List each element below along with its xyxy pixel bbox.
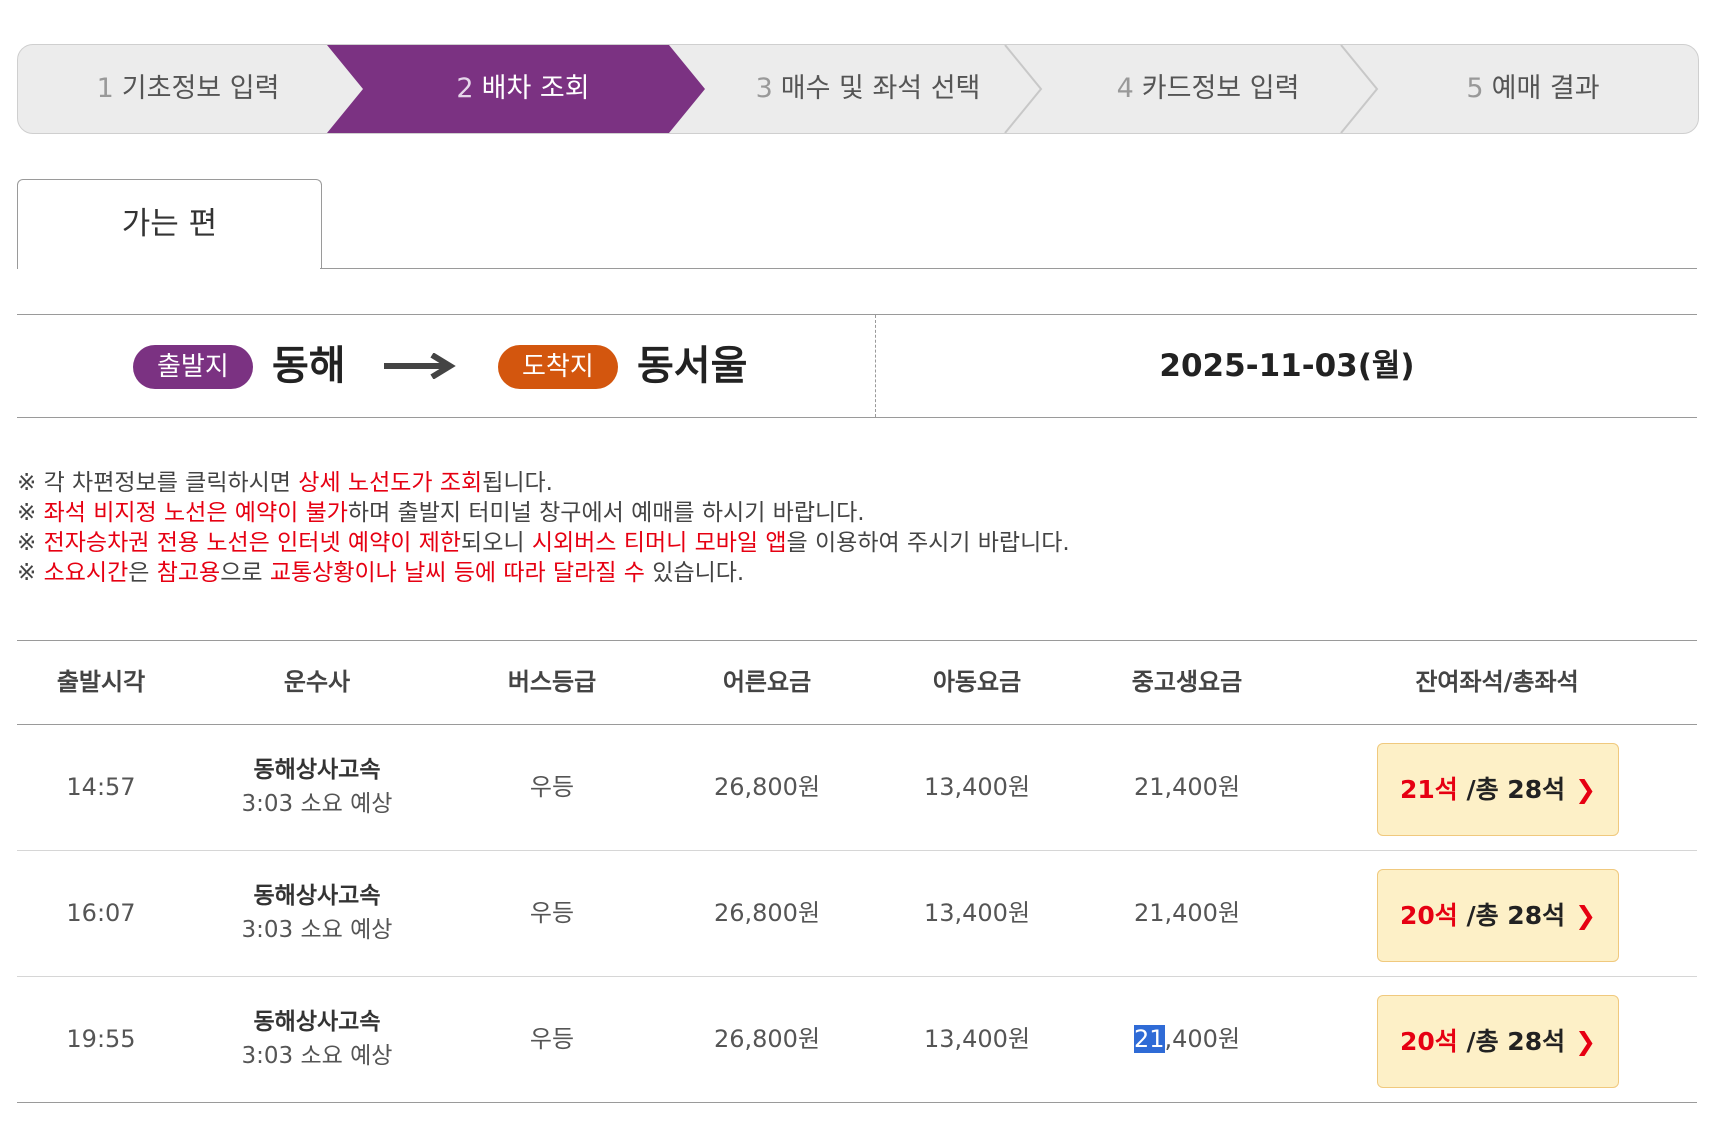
company-cell: 동해상사고속 3:03 소요 예상 <box>207 1005 427 1073</box>
select-seats-button[interactable]: 20석 /총 28석 ❯ <box>1377 869 1619 962</box>
student-fare: 21,400원 <box>1133 899 1241 927</box>
total-seats: /총 28석 <box>1466 901 1566 930</box>
travel-duration: 3:03 소요 예상 <box>241 917 393 943</box>
tab-underline <box>320 268 1697 269</box>
step-number: 5 <box>1466 73 1484 104</box>
step-1: 1 기초정보 입력 <box>18 45 358 133</box>
departure-badge: 출발지 <box>133 345 253 389</box>
chevron-right-icon: ❯ <box>1575 1027 1597 1056</box>
header-adult-fare: 어른요금 <box>722 668 812 696</box>
travel-duration: 3:03 소요 예상 <box>241 791 393 817</box>
step-3: 3 매수 및 좌석 선택 <box>698 45 1038 133</box>
header-child-fare: 아동요금 <box>932 668 1022 696</box>
chevron-right-icon: ❯ <box>1575 775 1597 804</box>
adult-fare: 26,800원 <box>713 899 821 927</box>
departure-time: 19:55 <box>66 1025 136 1053</box>
bus-grade: 우등 <box>529 1025 575 1053</box>
chevron-right-icon: ❯ <box>1575 901 1597 930</box>
notice-item: ※ 전자승차권 전용 노선은 인터넷 예약이 제한되오니 시외버스 티머니 모바… <box>17 530 1070 556</box>
notice-list: ※ 각 차편정보를 클릭하시면 상세 노선도가 조회됩니다. ※ 좌석 비지정 … <box>17 468 1697 588</box>
header-student-fare: 중고생요금 <box>1131 668 1243 696</box>
step-4: 4 카드정보 입력 <box>1038 45 1378 133</box>
child-fare: 13,400원 <box>923 899 1031 927</box>
remaining-seats: 20석 <box>1399 1027 1458 1056</box>
text-selection: 21 <box>1133 1025 1165 1053</box>
remaining-seats: 20석 <box>1399 901 1458 930</box>
table-row[interactable]: 14:57 동해상사고속 3:03 소요 예상 우등 26,800원 13,40… <box>17 725 1697 851</box>
company-cell: 동해상사고속 3:03 소요 예상 <box>207 753 427 821</box>
student-fare: 21,400원 <box>1133 1025 1241 1053</box>
table-header: 출발시각 운수사 버스등급 어른요금 아동요금 중고생요금 잔여좌석/총좌석 <box>17 640 1697 725</box>
step-label: 매수 및 좌석 선택 <box>780 73 981 104</box>
arrival-badge: 도착지 <box>498 345 618 389</box>
notice-item: ※ 소요시간은 참고용으로 교통상황이나 날씨 등에 따라 달라질 수 있습니다… <box>17 560 745 586</box>
route-divider <box>875 315 876 417</box>
header-seats: 잔여좌석/총좌석 <box>1415 668 1579 696</box>
header-bus-grade: 버스등급 <box>507 668 597 696</box>
schedule-table: 출발시각 운수사 버스등급 어른요금 아동요금 중고생요금 잔여좌석/총좌석 1… <box>17 640 1697 1103</box>
booking-steps: 1 기초정보 입력 2 배차 조회 3 매수 및 좌석 선택 4 카드정보 입력 5 예매… <box>17 44 1699 134</box>
step-5: 5 예매 결과 <box>1368 45 1698 133</box>
departure-city: 동해 <box>272 343 346 389</box>
step-label: 기초정보 입력 <box>121 73 280 104</box>
step-number: 4 <box>1116 73 1134 104</box>
travel-duration: 3:03 소요 예상 <box>241 1043 393 1069</box>
step-number: 1 <box>96 73 114 104</box>
departure-time: 16:07 <box>66 899 136 927</box>
adult-fare: 26,800원 <box>713 773 821 801</box>
total-seats: /총 28석 <box>1466 775 1566 804</box>
departure-date: 2025-11-03(월) <box>1159 348 1415 384</box>
company-name: 동해상사고속 <box>253 1009 381 1035</box>
company-cell: 동해상사고속 3:03 소요 예상 <box>207 879 427 947</box>
header-company: 운수사 <box>283 668 351 696</box>
notice-item: ※ 좌석 비지정 노선은 예약이 불가하며 출발지 터미널 창구에서 예매를 하… <box>17 500 865 526</box>
child-fare: 13,400원 <box>923 773 1031 801</box>
select-seats-button[interactable]: 21석 /총 28석 ❯ <box>1377 743 1619 836</box>
bus-grade: 우등 <box>529 899 575 927</box>
student-fare: 21,400원 <box>1133 773 1241 801</box>
company-name: 동해상사고속 <box>253 883 381 909</box>
tab-outbound[interactable]: 가는 편 <box>17 179 322 269</box>
select-seats-button[interactable]: 20석 /총 28석 ❯ <box>1377 995 1619 1088</box>
step-number: 2 <box>456 73 474 104</box>
notice-item: ※ 각 차편정보를 클릭하시면 상세 노선도가 조회됩니다. <box>17 470 553 496</box>
company-name: 동해상사고속 <box>253 757 381 783</box>
adult-fare: 26,800원 <box>713 1025 821 1053</box>
total-seats: /총 28석 <box>1466 1027 1566 1056</box>
child-fare: 13,400원 <box>923 1025 1031 1053</box>
departure-time: 14:57 <box>66 773 136 801</box>
step-2: 2 배차 조회 <box>358 45 688 133</box>
step-label: 카드정보 입력 <box>1141 73 1300 104</box>
step-number: 3 <box>755 73 773 104</box>
bus-grade: 우등 <box>529 773 575 801</box>
header-departure-time: 출발시각 <box>56 668 146 696</box>
step-label: 배차 조회 <box>481 73 590 104</box>
route-summary: 출발지 동해 도착지 동서울 2025-11-03(월) <box>17 314 1697 418</box>
remaining-seats: 21석 <box>1399 775 1458 804</box>
table-row[interactable]: 19:55 동해상사고속 3:03 소요 예상 우등 26,800원 13,40… <box>17 977 1697 1103</box>
step-label: 예매 결과 <box>1491 73 1600 104</box>
long-right-arrow-icon <box>384 353 456 379</box>
arrival-city: 동서울 <box>637 343 748 389</box>
table-row[interactable]: 16:07 동해상사고속 3:03 소요 예상 우등 26,800원 13,40… <box>17 851 1697 977</box>
